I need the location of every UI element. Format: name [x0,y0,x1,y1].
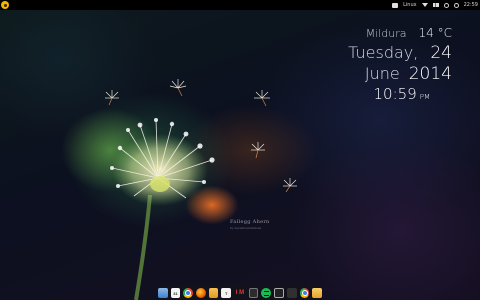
power-icon[interactable] [453,2,459,8]
notifications-icon[interactable] [443,2,449,8]
panel-clock[interactable]: 22:59 [464,2,478,8]
wifi-icon[interactable] [421,3,428,7]
dock-terminal-icon[interactable] [248,288,259,298]
dropbox-icon[interactable] [392,2,399,8]
widget-city: Mildura [365,27,407,40]
dock-folder-icon[interactable] [312,288,323,298]
credit-subtitle: by sevenfoundations [230,226,262,230]
top-panel: Linux 22:59 [0,0,480,10]
widget-weekday: Tuesday, [348,43,419,62]
dock-chrome-icon[interactable] [183,288,194,298]
dock-files-icon[interactable] [208,288,219,298]
dock-spotify-icon[interactable] [261,288,272,298]
keyboard-layout[interactable]: Linux [403,2,416,8]
clock-weather-widget: Mildura 14 °C Tuesday, 24 June 2014 10:5… [312,26,452,103]
desktop[interactable]: Fallegg Ahern by sevenfoundations Linux … [0,0,480,300]
system-tray: Linux 22:59 [392,0,478,10]
dock-firefox-icon[interactable] [196,288,206,298]
dock-im-icon[interactable]: I M [234,288,246,298]
app-menu-icon[interactable] [1,1,9,9]
volume-icon[interactable] [432,3,439,7]
dock-system-monitor-icon[interactable] [274,288,284,298]
dock-workspace-switcher-icon[interactable] [286,288,297,298]
credit-title: Fallegg Ahern [230,219,270,225]
widget-day: 24 [430,43,452,63]
dock-calendar-icon[interactable]: 31 [170,288,181,298]
widget-ampm: PM [419,93,430,101]
wallpaper-credit: Fallegg Ahern by sevenfoundations [230,219,270,230]
dock-text-editor-icon[interactable]: T [221,288,232,298]
dock: 31 T I M [157,286,323,300]
widget-time: 10:59 [373,85,417,103]
dock-finder-icon[interactable] [157,288,168,298]
widget-temperature: 14 °C [418,26,452,40]
widget-month: June [364,64,400,83]
widget-year: 2014 [408,64,452,84]
dock-chrome-2-icon[interactable] [299,288,310,298]
